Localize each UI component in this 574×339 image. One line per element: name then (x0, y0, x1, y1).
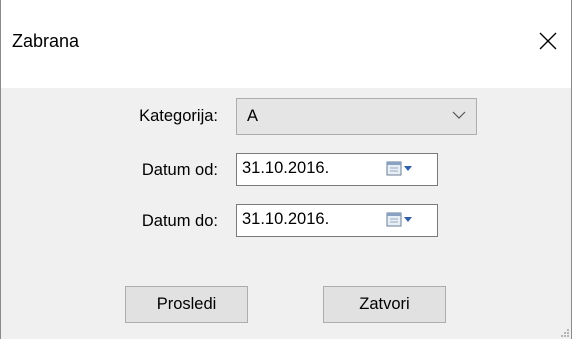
close-button[interactable] (525, 18, 571, 64)
datum-do-picker[interactable]: 31.10.2016. (236, 204, 438, 237)
window-title: Zabrana (12, 31, 80, 51)
kategorija-value: A (247, 107, 259, 125)
calendar-icon[interactable] (386, 211, 414, 229)
datum-od-value[interactable]: 31.10.2016. (242, 159, 329, 178)
datum-od-label: Datum od: (141, 161, 218, 179)
chevron-down-icon (452, 111, 466, 119)
kategorija-combobox[interactable]: A (236, 98, 477, 135)
close-icon (539, 32, 557, 50)
dialog-window: Zabrana Kategorija: A Datum od: 31.10.20… (0, 0, 572, 339)
datum-do-label: Datum do: (141, 212, 218, 230)
zatvori-button[interactable]: Zatvori (323, 286, 446, 323)
datum-do-value[interactable]: 31.10.2016. (242, 210, 329, 229)
datum-od-picker[interactable]: 31.10.2016. (236, 153, 438, 186)
dialog-body: Kategorija: A Datum od: 31.10.2016. Datu… (1, 88, 571, 339)
title-bar: Zabrana (1, 0, 571, 88)
prosledi-button[interactable]: Prosledi (125, 286, 248, 323)
resize-grip-icon[interactable] (561, 329, 569, 337)
calendar-icon[interactable] (386, 160, 414, 178)
kategorija-label: Kategorija: (139, 107, 218, 125)
